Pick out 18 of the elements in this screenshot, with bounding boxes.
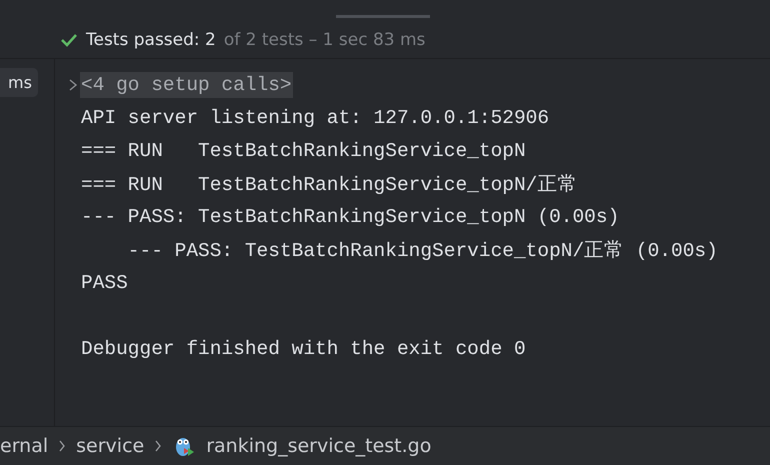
console-line: === RUN TestBatchRankingService_topN/正常 xyxy=(80,173,578,197)
console-line: === RUN TestBatchRankingService_topN xyxy=(80,140,526,162)
console-line: --- PASS: TestBatchRankingService_topN/正常 (0.00s) xyxy=(126,239,718,263)
test-duration[interactable]: ms xyxy=(0,68,38,97)
check-icon xyxy=(60,33,78,47)
breadcrumb-item[interactable]: ranking_service_test.go xyxy=(206,435,432,457)
breadcrumb-item[interactable]: ernal xyxy=(0,435,48,457)
chevron-icon xyxy=(58,440,66,452)
tests-detail: of 2 tests – 1 sec 83 ms xyxy=(224,30,426,50)
chevron-icon xyxy=(154,440,162,452)
folded-calls[interactable]: <4 go setup calls> xyxy=(80,72,293,98)
console-line: PASS xyxy=(80,272,128,294)
breadcrumb-item[interactable]: service xyxy=(76,435,144,457)
console-line: API server listening at: 127.0.0.1:52906 xyxy=(80,106,550,128)
console-line: --- PASS: TestBatchRankingService_topN (0.00s) xyxy=(80,206,620,228)
console-line: Debugger finished with the exit code 0 xyxy=(80,338,526,360)
expand-chevron-icon[interactable] xyxy=(68,78,78,92)
tests-passed-label: Tests passed: 2 xyxy=(86,30,216,50)
